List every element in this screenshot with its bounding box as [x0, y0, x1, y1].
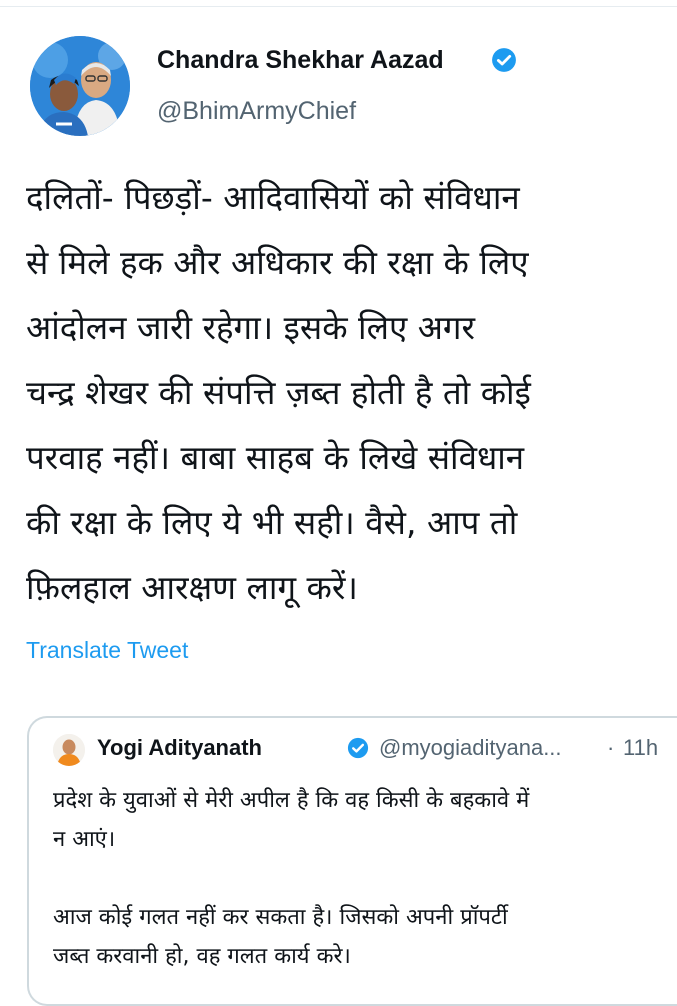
quoted-author-display-name[interactable]: Yogi Adityanath — [97, 733, 262, 763]
quoted-text-line: प्रदेश के युवाओं से मेरी अपील है कि वह क… — [53, 788, 530, 813]
quoted-author-avatar-image — [53, 734, 85, 766]
tweet-text: दलितों- पिछड़ों- आदिवासियों को संविधान स… — [26, 165, 666, 620]
tweet-text-line: की रक्षा के लिए ये भी सही। वैसे, आप तो — [26, 503, 518, 542]
quoted-author-handle[interactable]: @myogiadityana... — [379, 733, 562, 763]
quoted-tweet-text: प्रदेश के युवाओं से मेरी अपील है कि वह क… — [53, 781, 673, 976]
verified-badge-icon — [492, 48, 516, 72]
tweet-text-line: से मिले हक और अधिकार की रक्षा के लिए — [26, 243, 529, 282]
quoted-text-line: आज कोई गलत नहीं कर सकता है। जिसको अपनी प… — [53, 905, 508, 930]
quoted-author-avatar[interactable] — [53, 734, 85, 766]
tweet-text-line: आंदोलन जारी रहेगा। इसके लिए अगर — [26, 308, 475, 347]
quoted-text-line: न आएं। — [53, 827, 116, 852]
separator-dot: · — [607, 735, 615, 760]
author-display-name[interactable]: Chandra Shekhar Aazad — [157, 44, 444, 76]
quoted-tweet-card[interactable]: Yogi Adityanath @myogiadityana... · 11h … — [27, 716, 677, 1006]
tweet-text-line: फ़िलहाल आरक्षण लागू करें। — [26, 568, 358, 607]
quoted-tweet-time[interactable]: 11h — [623, 733, 658, 763]
tweet-text-line: परवाह नहीं। बाबा साहब के लिखे संविधान — [26, 438, 525, 477]
quoted-verified-badge-icon — [347, 737, 369, 759]
top-divider — [0, 6, 677, 7]
author-avatar-image — [30, 36, 130, 136]
tweet-text-line: दलितों- पिछड़ों- आदिवासियों को संविधान — [26, 178, 520, 217]
quoted-text-line: जब्त करवानी हो, वह गलत कार्य करे। — [53, 944, 351, 969]
author-avatar[interactable] — [30, 36, 130, 136]
author-handle[interactable]: @BhimArmyChief — [157, 95, 356, 127]
tweet-text-line: चन्द्र शेखर की संपत्ति ज़ब्त होती है तो … — [26, 373, 531, 412]
tweet: Chandra Shekhar Aazad @BhimArmyChief दलि… — [0, 0, 677, 1006]
translate-tweet-link[interactable]: Translate Tweet — [26, 635, 188, 665]
